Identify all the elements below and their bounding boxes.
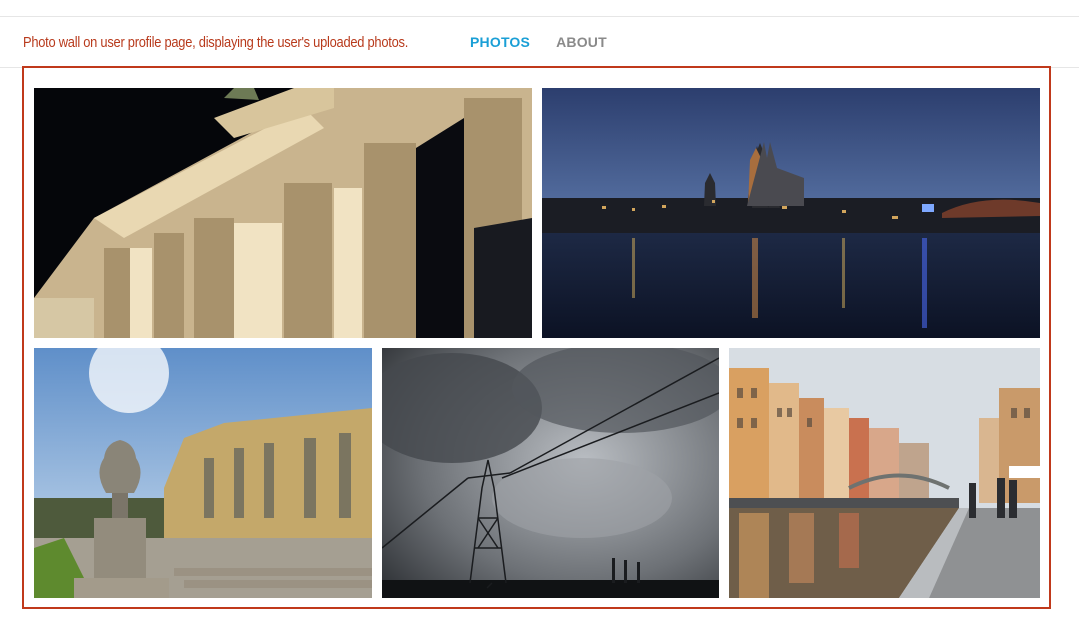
photo-image [542,88,1040,338]
photo-tile-canal-city[interactable] [729,348,1040,598]
photo-image [729,348,1040,598]
tab-about[interactable]: ABOUT [556,34,607,50]
tab-photos[interactable]: PHOTOS [470,34,530,50]
profile-tabs: PHOTOS ABOUT [470,34,607,50]
annotation-caption: Photo wall on user profile page, display… [23,34,409,51]
top-divider [0,16,1079,17]
photo-tile-river-city-dusk[interactable] [542,88,1040,338]
photo-image [34,348,372,598]
photo-tile-storm-pylon[interactable] [382,348,719,598]
photo-tile-palace-urn[interactable] [34,348,372,598]
photo-image [382,348,719,598]
photo-tile-brandenburg-gate[interactable] [34,88,532,338]
photo-image [34,88,532,338]
